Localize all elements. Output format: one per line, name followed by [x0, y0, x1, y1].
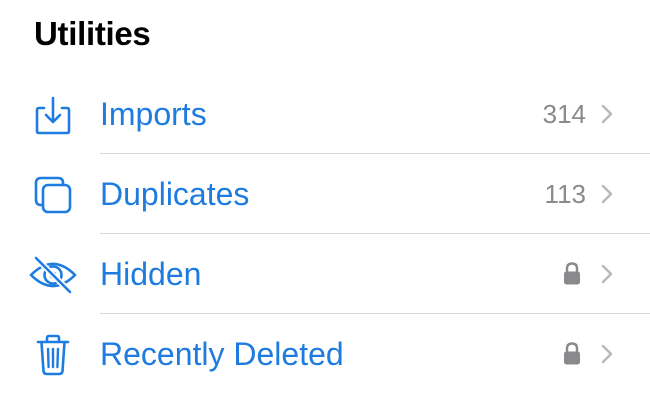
utilities-item-hidden[interactable]: Hidden	[0, 234, 650, 314]
chevron-right-icon	[600, 102, 614, 126]
item-count: 113	[544, 179, 586, 209]
duplicates-icon	[28, 173, 78, 217]
item-count: 314	[542, 99, 586, 129]
trash-icon	[28, 333, 78, 377]
eye-slash-icon	[28, 253, 78, 297]
section-title: Utilities	[34, 15, 151, 52]
import-tray-icon	[28, 93, 78, 137]
utilities-item-label: Hidden	[100, 256, 202, 292]
chevron-right-icon	[600, 262, 614, 286]
utilities-item-recently-deleted[interactable]: Recently Deleted	[0, 314, 650, 394]
lock-icon	[562, 341, 582, 367]
chevron-right-icon	[600, 182, 614, 206]
utilities-item-label: Recently Deleted	[100, 336, 344, 372]
utilities-item-label: Duplicates	[100, 176, 250, 212]
utilities-item-duplicates[interactable]: Duplicates 113	[0, 154, 650, 234]
utilities-item-label: Imports	[100, 96, 207, 132]
utilities-item-imports[interactable]: Imports 314	[0, 74, 650, 154]
chevron-right-icon	[600, 342, 614, 366]
lock-icon	[562, 261, 582, 287]
